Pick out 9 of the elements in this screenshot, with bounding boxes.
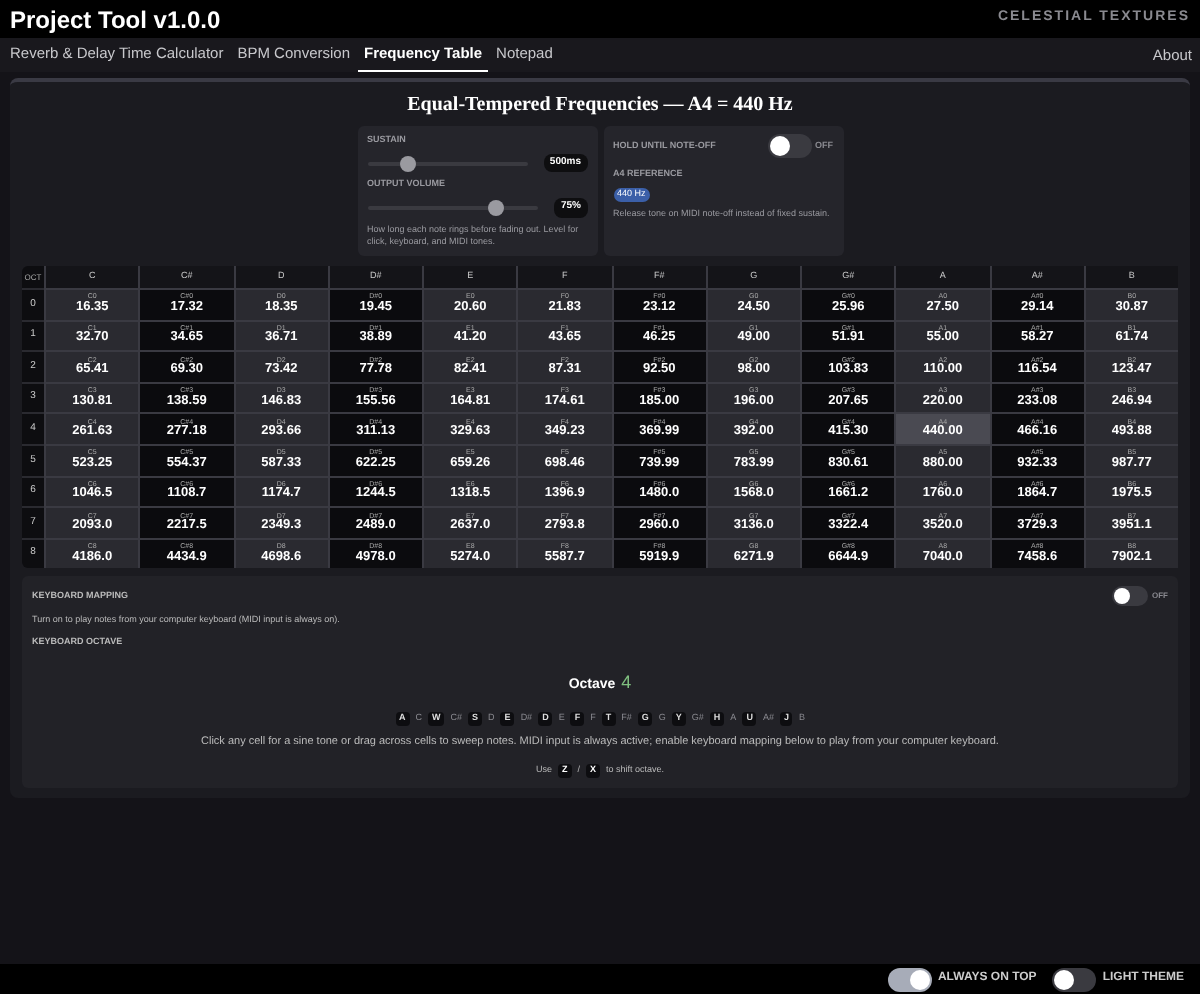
toggle-switch[interactable] xyxy=(1052,967,1097,991)
page-heading: Equal-Tempered Frequencies — A4 = 440 Hz xyxy=(405,92,795,120)
toggle-switch[interactable] xyxy=(767,134,811,158)
toggle-switch[interactable] xyxy=(887,967,932,991)
slider-thumb[interactable] xyxy=(487,199,504,216)
window-title: Project Tool v1.0.0 xyxy=(10,3,221,37)
octave-value: 4 xyxy=(621,669,632,696)
slider-thumb[interactable] xyxy=(399,155,416,171)
toggle-switch[interactable] xyxy=(1112,586,1148,607)
